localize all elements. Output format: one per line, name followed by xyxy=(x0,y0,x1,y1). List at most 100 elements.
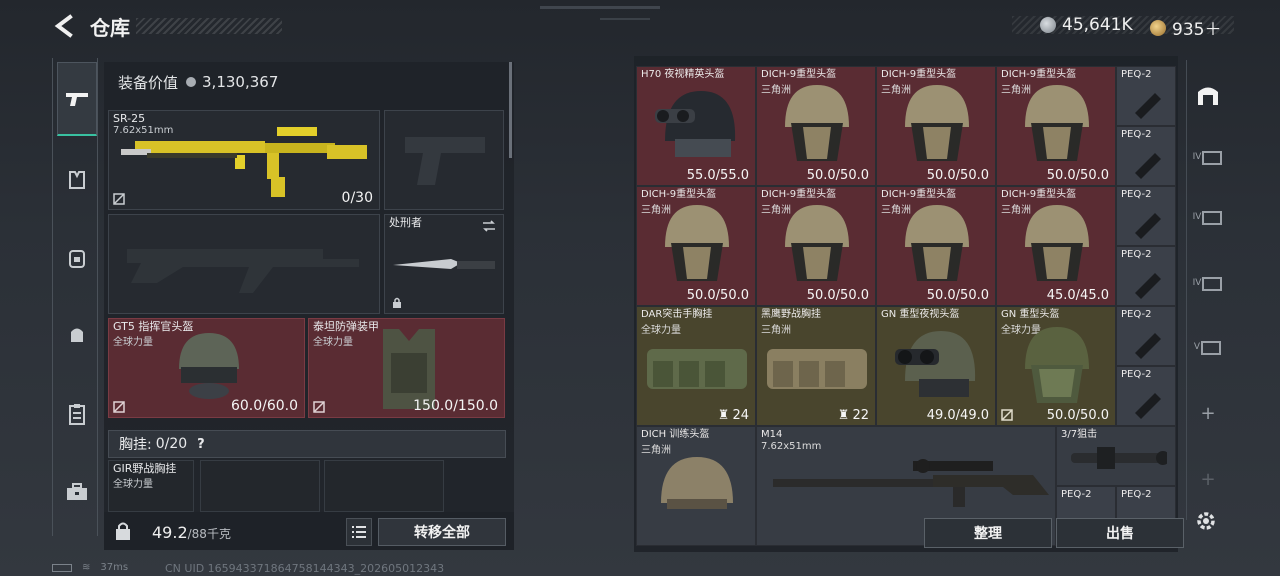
clipboard-icon xyxy=(69,404,85,425)
top-bar: 仓库 45,641K 935＋ xyxy=(0,0,1280,52)
heavy-helmet-image xyxy=(1025,327,1089,403)
swap-icon[interactable] xyxy=(481,219,497,233)
storage-item[interactable]: GN 重型头盔 全球力量 50.0/50.0 xyxy=(996,306,1116,426)
item-name: PEQ-2 xyxy=(1121,309,1152,320)
item-durability: 50.0/50.0 xyxy=(926,288,989,303)
item-name: DICH-9重型头盔 xyxy=(881,69,957,80)
currency-premium[interactable]: 935＋ xyxy=(1150,15,1221,40)
tab-label: IV xyxy=(1192,212,1202,222)
helmet-image xyxy=(179,333,239,399)
storage-item[interactable]: PEQ-2 xyxy=(1116,366,1176,426)
storage-item[interactable]: DICH-9重型头盔 三角洲 50.0/50.0 xyxy=(876,186,996,306)
help-icon[interactable]: ? xyxy=(197,437,205,452)
storage-item[interactable]: PEQ-2 xyxy=(1116,126,1176,186)
storage-item[interactable]: DICH-9重型头盔 三角洲 50.0/50.0 xyxy=(876,66,996,186)
pistol-icon xyxy=(66,92,88,106)
item-name: PEQ-2 xyxy=(1121,369,1152,380)
chest-rig-label: 胸挂: xyxy=(119,437,152,453)
carry-weight-max: /88千克 xyxy=(187,527,231,541)
chest-rig-grid-slot[interactable] xyxy=(324,460,444,512)
back-arrow-icon[interactable] xyxy=(52,14,78,38)
storage-item[interactable]: DICH 训练头盔 三角洲 xyxy=(636,426,756,546)
sort-button[interactable]: 整理 xyxy=(924,518,1052,548)
add-storage-icon[interactable]: + xyxy=(1191,396,1225,430)
item-name: DICH-9重型头盔 xyxy=(1001,69,1077,80)
item-name: DICH-9重型头盔 xyxy=(881,189,957,200)
storage-item[interactable]: DICH-9重型头盔 三角洲 45.0/45.0 xyxy=(996,186,1116,306)
primary-weapon-slot[interactable]: SR-25 7.62x51mm 0/30 xyxy=(108,110,380,210)
storage-tab-5[interactable]: V xyxy=(1191,330,1225,364)
chest-rig-slot[interactable]: GIR野战胸挂 全球力量 xyxy=(108,460,194,512)
currency-hafcoin[interactable]: 45,641K xyxy=(1040,15,1133,35)
storage-item[interactable]: PEQ-2 xyxy=(1116,306,1176,366)
storage-item[interactable]: DICH-9重型头盔 三角洲 50.0/50.0 xyxy=(756,66,876,186)
left-sidebar xyxy=(52,58,98,536)
item-name: PEQ-2 xyxy=(1121,489,1152,500)
list-view-button[interactable] xyxy=(346,518,372,546)
bag-icon xyxy=(71,328,83,342)
item-name: PEQ-2 xyxy=(1121,249,1152,260)
heavy-helmet-image xyxy=(1025,205,1089,281)
backpack-icon xyxy=(69,250,85,268)
chest-rig-bar[interactable]: 胸挂: 0/20 ? xyxy=(108,430,506,458)
add-storage-icon[interactable]: + xyxy=(1191,462,1225,496)
item-name: DICH 训练头盔 xyxy=(641,429,710,440)
nav-bag[interactable] xyxy=(59,316,95,352)
chest-rig-origin: 全球力量 xyxy=(113,479,153,490)
laser-module-image xyxy=(1135,333,1161,359)
item-name: 3/7狙击 xyxy=(1061,429,1098,440)
laser-module-image xyxy=(1135,273,1161,299)
item-stack: ♜ 24 xyxy=(718,408,749,423)
battery-icon xyxy=(52,563,72,572)
toolbox-icon xyxy=(67,483,87,500)
storage-item[interactable]: DAR突击手胸挂 全球力量 ♜ 24 xyxy=(636,306,756,426)
storage-item[interactable]: DICH-9重型头盔 三角洲 50.0/50.0 xyxy=(636,186,756,306)
storage-tab-4c[interactable]: IV xyxy=(1191,266,1225,300)
gear-icon[interactable] xyxy=(1193,508,1219,534)
equipment-scrollbar[interactable] xyxy=(509,62,512,158)
equipment-value-row: 装备价值 3,130,367 xyxy=(104,62,514,102)
laser-module-image xyxy=(1135,213,1161,239)
nav-backpack[interactable] xyxy=(59,240,95,276)
transfer-all-button[interactable]: 转移全部 xyxy=(378,518,506,546)
status-bar: ≋ 37ms xyxy=(52,562,128,573)
armor-durability: 150.0/150.0 xyxy=(413,398,498,414)
chest-rig-grid-slot[interactable] xyxy=(200,460,320,512)
gold-coin-icon xyxy=(1150,19,1166,36)
pistol-silhouette-icon xyxy=(405,137,485,185)
secondary-weapon-slot[interactable] xyxy=(108,214,380,314)
storage-item[interactable]: H70 夜视精英头盔 55.0/55.0 xyxy=(636,66,756,186)
sell-button[interactable]: 出售 xyxy=(1056,518,1184,548)
melee-slot[interactable]: 处刑者 xyxy=(384,214,504,314)
nav-clipboard[interactable] xyxy=(59,396,95,432)
laser-module-image xyxy=(1135,393,1161,419)
item-durability: 50.0/50.0 xyxy=(806,168,869,183)
storage-item[interactable]: 3/7狙击 xyxy=(1056,426,1176,486)
nav-toolbox[interactable] xyxy=(59,474,95,510)
storage-tab-4b[interactable]: IV xyxy=(1191,200,1225,234)
storage-item[interactable]: GN 重型夜视头盔 49.0/49.0 xyxy=(876,306,996,426)
helmet-slot[interactable]: GT5 指挥官头盔 全球力量 60.0/60.0 xyxy=(108,318,305,418)
storage-tab-4a[interactable]: IV xyxy=(1191,140,1225,174)
item-durability: 50.0/50.0 xyxy=(806,288,869,303)
right-sidebar: IV IV IV V + + xyxy=(1186,60,1228,520)
storage-item[interactable]: DICH-9重型头盔 三角洲 50.0/50.0 xyxy=(756,186,876,306)
case-icon xyxy=(1202,277,1223,291)
storage-item[interactable]: 黑鹰野战胸挂 三角洲 ♜ 22 xyxy=(756,306,876,426)
rifle-silhouette-icon xyxy=(127,249,359,293)
nav-weapons[interactable] xyxy=(57,62,97,136)
item-durability: 50.0/50.0 xyxy=(926,168,989,183)
pistol-slot[interactable] xyxy=(384,110,504,210)
storage-item[interactable]: PEQ-2 xyxy=(1116,246,1176,306)
case-icon xyxy=(1201,341,1222,355)
night-vision-helmet-image xyxy=(655,91,736,157)
armor-slot[interactable]: 泰坦防弹装甲 全球力量 150.0/150.0 xyxy=(308,318,505,418)
storage-item[interactable]: PEQ-2 xyxy=(1116,66,1176,126)
equipment-value-label: 装备价值 xyxy=(118,73,179,92)
storage-tab-main[interactable] xyxy=(1191,78,1225,112)
tab-label: IV xyxy=(1192,152,1202,162)
storage-item[interactable]: DICH-9重型头盔 三角洲 50.0/50.0 xyxy=(996,66,1116,186)
storage-item[interactable]: PEQ-2 xyxy=(1116,186,1176,246)
chest-rig-image xyxy=(767,349,867,389)
nav-armor[interactable] xyxy=(59,162,95,198)
